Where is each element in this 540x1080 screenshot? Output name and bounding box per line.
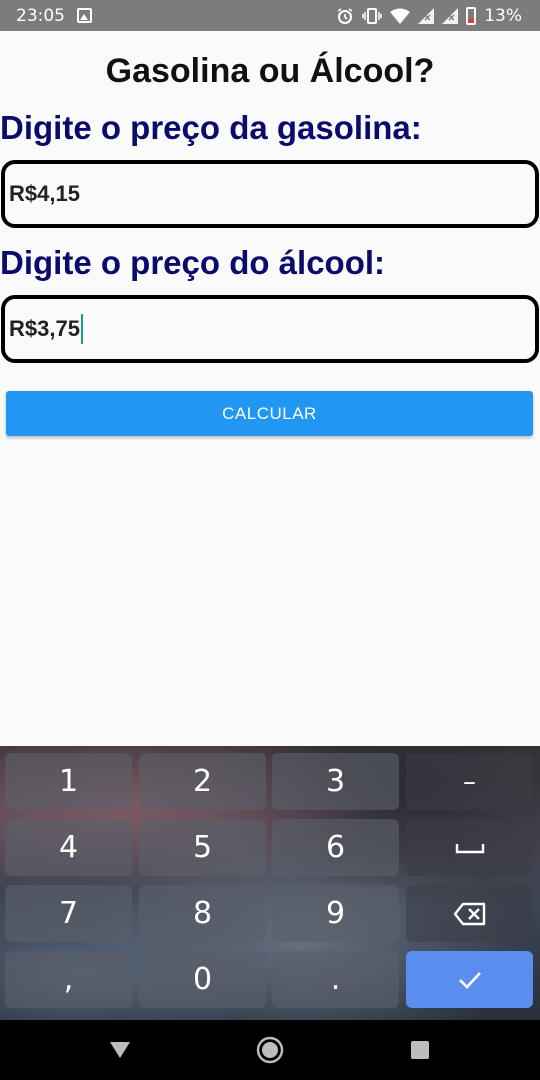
key-1[interactable]: 1 <box>5 753 132 810</box>
alcohol-price-input[interactable]: R$3,75 <box>1 295 539 363</box>
status-time: 23:05 <box>16 5 65 26</box>
gas-price-value: R$4,15 <box>9 181 80 206</box>
key-comma[interactable]: , <box>5 951 132 1008</box>
vibrate-icon <box>362 7 382 24</box>
numeric-keyboard: 1 2 3 – 4 5 6 7 8 9 , 0 . <box>0 746 540 1020</box>
text-cursor <box>80 314 83 344</box>
key-5[interactable]: 5 <box>139 819 266 876</box>
recents-icon <box>411 1041 429 1059</box>
key-backspace[interactable] <box>406 885 533 942</box>
space-icon <box>455 843 484 853</box>
key-done[interactable] <box>406 951 533 1008</box>
nav-recents-button[interactable] <box>390 1020 450 1080</box>
key-2[interactable]: 2 <box>139 753 266 810</box>
battery-low-icon <box>466 6 477 25</box>
key-period[interactable]: . <box>272 951 399 1008</box>
signal-icon <box>442 7 459 24</box>
nav-back-button[interactable] <box>90 1020 150 1080</box>
navigation-bar <box>0 1020 540 1080</box>
wifi-icon <box>390 8 411 24</box>
check-icon <box>458 971 481 989</box>
calculate-button[interactable]: CALCULAR <box>6 391 533 436</box>
key-0[interactable]: 0 <box>139 951 266 1008</box>
page-title: Gasolina ou Álcool? <box>105 52 435 90</box>
key-3[interactable]: 3 <box>272 753 399 810</box>
status-bar: 23:05 13% <box>0 0 540 31</box>
gas-price-input[interactable]: R$4,15 <box>1 160 539 228</box>
alarm-icon <box>337 7 353 24</box>
key-7[interactable]: 7 <box>5 885 132 942</box>
battery-percent: 13% <box>484 5 522 26</box>
alcohol-price-value: R$3,75 <box>9 316 80 341</box>
status-icons: 13% <box>336 6 522 26</box>
home-icon <box>256 1036 284 1064</box>
key-space[interactable] <box>406 819 533 876</box>
key-6[interactable]: 6 <box>272 819 399 876</box>
gas-price-label: Digite o preço da gasolina: <box>0 109 422 146</box>
signal-icon <box>418 7 435 24</box>
alcohol-price-label: Digite o preço do álcool: <box>0 244 386 281</box>
image-icon <box>77 8 92 23</box>
back-icon <box>110 1042 130 1058</box>
key-4[interactable]: 4 <box>5 819 132 876</box>
backspace-icon <box>453 902 485 925</box>
nav-home-button[interactable] <box>240 1020 300 1080</box>
key-minus[interactable]: – <box>406 753 533 810</box>
key-9[interactable]: 9 <box>272 885 399 942</box>
key-8[interactable]: 8 <box>139 885 266 942</box>
